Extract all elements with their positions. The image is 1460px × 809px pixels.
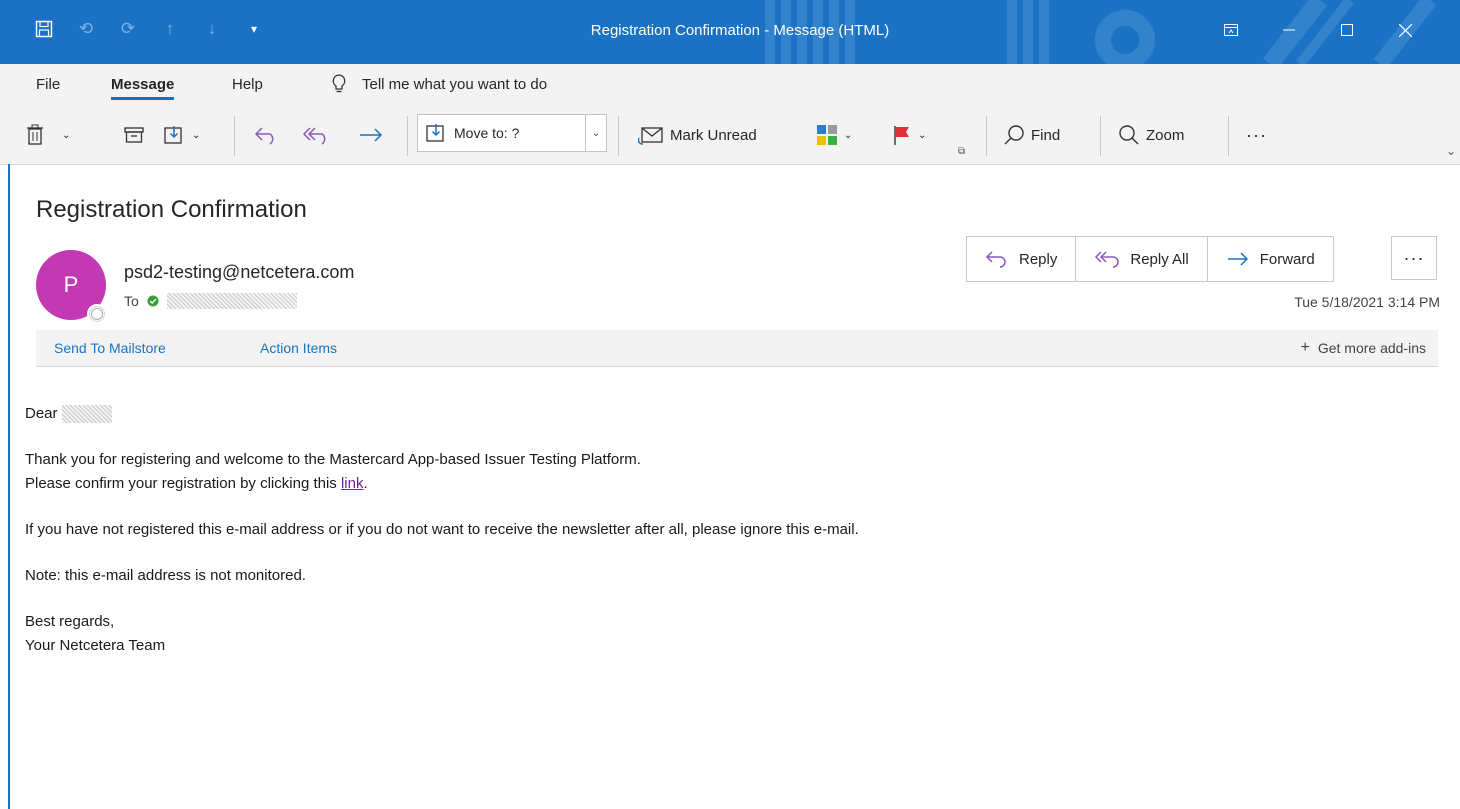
ribbon-expand-icon[interactable]: ⌄ — [1446, 144, 1456, 158]
move-to-quickstep[interactable]: Move to: ? ⌄ — [417, 114, 607, 152]
ribbon: ⌄ ⌄ Move to: ? ⌄ Mark Unread ⌄ ⌄ ⧉ Find — [0, 104, 1460, 165]
send-to-mailstore-addin[interactable]: Send To Mailstore — [54, 340, 166, 356]
forward-button[interactable]: Forward — [1208, 237, 1333, 281]
to-label: To — [124, 293, 139, 309]
reply-button[interactable]: Reply — [967, 237, 1077, 281]
chevron-down-icon: ⌄ — [192, 129, 201, 141]
move-button[interactable]: ⌄ — [164, 120, 200, 150]
forward-icon — [1227, 252, 1248, 266]
chevron-down-icon: ⌄ — [62, 129, 71, 141]
message-subject: Registration Confirmation — [36, 196, 307, 223]
body-line-2: Please confirm your registration by clic… — [25, 472, 859, 496]
categorize-icon — [817, 125, 837, 145]
close-icon[interactable] — [1376, 16, 1434, 44]
flag-icon — [894, 126, 909, 145]
move-icon — [164, 126, 182, 144]
message-body: Dear Thank you for registering and welco… — [25, 402, 859, 658]
reading-pane-edge — [8, 164, 10, 809]
more-actions-button[interactable]: ··· — [1391, 236, 1437, 280]
get-more-addins[interactable]: + Get more add-ins — [1300, 339, 1426, 357]
ribbon-more-button[interactable]: ··· — [1246, 120, 1267, 150]
redacted-name — [61, 405, 112, 424]
separator — [234, 116, 235, 156]
reply-icon — [254, 127, 274, 145]
recipient-line: To — [124, 293, 297, 309]
reply-ribbon-button[interactable] — [254, 120, 278, 150]
move-to-icon — [426, 124, 444, 142]
reply-all-button[interactable]: Reply All — [1076, 237, 1208, 281]
zoom-button[interactable]: Zoom — [1118, 120, 1184, 150]
greeting-line: Dear — [25, 402, 859, 426]
menu-message[interactable]: Message — [111, 76, 175, 100]
minimize-icon[interactable] — [1260, 16, 1318, 44]
tell-me-search[interactable]: Tell me what you want to do — [332, 74, 547, 94]
ribbon-display-options-icon[interactable] — [1202, 16, 1260, 44]
recipient[interactable] — [147, 293, 297, 309]
find-button[interactable]: Find — [1003, 120, 1060, 150]
categorize-button[interactable]: ⌄ — [816, 120, 852, 150]
presence-status-icon — [87, 304, 107, 324]
window-controls — [1202, 16, 1434, 44]
move-to-label: Move to: ? — [454, 125, 520, 141]
forward-label: Forward — [1259, 250, 1315, 268]
envelope-icon — [638, 127, 663, 145]
plus-icon: + — [1300, 339, 1310, 356]
body-line-4: Note: this e-mail address is not monitor… — [25, 567, 306, 584]
menu-bar: File Message Help Tell me what you want … — [0, 64, 1460, 104]
tell-me-text: Tell me what you want to do — [362, 75, 548, 93]
menu-help[interactable]: Help — [232, 76, 263, 93]
redacted-recipient — [166, 293, 297, 309]
zoom-icon — [1119, 125, 1139, 145]
signature-line-2: Your Netcetera Team — [25, 637, 166, 654]
separator — [407, 116, 408, 156]
body-line-3: If you have not registered this e-mail a… — [25, 521, 859, 538]
quickstep-dropdown-icon[interactable]: ⌄ — [585, 115, 606, 151]
forward-icon — [360, 128, 383, 142]
reply-all-icon — [302, 127, 326, 145]
chevron-down-icon: ⌄ — [844, 129, 853, 141]
body-line-2-suffix: . — [363, 475, 368, 492]
delete-button[interactable]: ⌄ — [26, 120, 70, 150]
check-icon — [147, 295, 159, 307]
body-line-1: Thank you for registering and welcome to… — [25, 451, 641, 468]
search-icon — [1004, 125, 1024, 145]
separator — [618, 116, 619, 156]
reply-all-ribbon-button[interactable] — [302, 120, 330, 150]
signature-line-1: Best regards, — [25, 613, 115, 630]
lightbulb-icon — [332, 74, 346, 93]
get-more-addins-label: Get more add-ins — [1317, 340, 1426, 356]
trash-icon — [27, 124, 43, 145]
reply-icon — [985, 251, 1006, 268]
menu-file[interactable]: File — [36, 76, 60, 93]
separator — [986, 116, 987, 156]
title-bar: ⟲ ⟳ ↑ ↓ ▾ Registration Confirmation - Me… — [0, 0, 1460, 64]
mark-unread-button[interactable]: Mark Unread — [638, 120, 757, 150]
action-items-addin[interactable]: Action Items — [260, 340, 337, 356]
forward-ribbon-button[interactable] — [358, 120, 384, 150]
separator — [1228, 116, 1229, 156]
archive-button[interactable] — [124, 120, 144, 150]
sender-address[interactable]: psd2-testing@netcetera.com — [124, 262, 354, 283]
zoom-label: Zoom — [1146, 126, 1185, 144]
reply-all-label: Reply All — [1130, 250, 1189, 268]
archive-icon — [124, 127, 144, 143]
dialog-launcher-icon[interactable]: ⧉ — [958, 146, 965, 157]
separator — [1100, 116, 1101, 156]
confirm-link[interactable]: link — [341, 475, 364, 492]
message-actions: Reply Reply All Forward — [966, 236, 1334, 282]
message-date: Tue 5/18/2021 3:14 PM — [1294, 294, 1440, 310]
find-label: Find — [1031, 126, 1061, 144]
reply-all-icon — [1095, 251, 1120, 268]
maximize-icon[interactable] — [1318, 16, 1376, 44]
follow-up-button[interactable]: ⌄ — [892, 120, 926, 150]
mark-unread-label: Mark Unread — [670, 126, 757, 144]
chevron-down-icon: ⌄ — [918, 129, 927, 141]
addin-bar: Send To Mailstore Action Items + Get mor… — [36, 330, 1438, 367]
reply-label: Reply — [1019, 250, 1058, 268]
body-line-2-text: Please confirm your registration by clic… — [25, 475, 337, 492]
greeting: Dear — [25, 405, 58, 422]
